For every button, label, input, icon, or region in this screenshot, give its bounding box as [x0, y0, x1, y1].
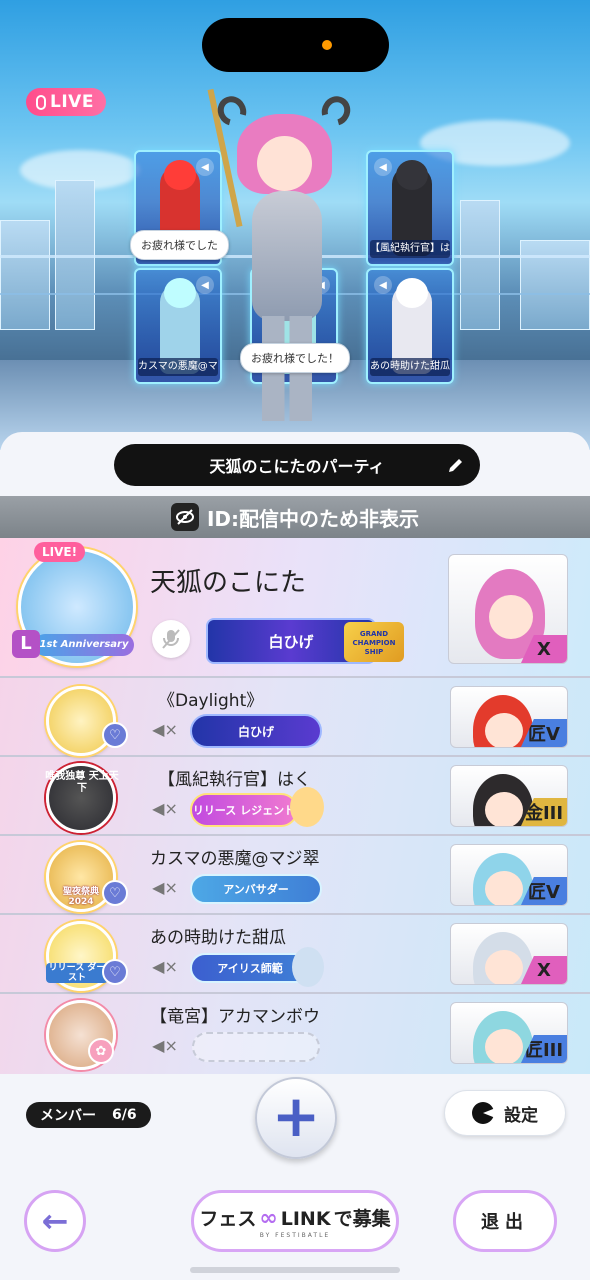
- speaker-muted-icon[interactable]: ◀×: [150, 872, 180, 902]
- slot-name-tag: あの時助けた甜瓜: [370, 358, 450, 376]
- pacman-icon: [472, 1102, 494, 1124]
- heart-hands-icon: ♡: [102, 959, 128, 985]
- chat-bubble: お疲れ様でした！: [240, 343, 350, 373]
- speaker-muted-icon[interactable]: ◀×: [150, 793, 180, 823]
- heart-hands-icon: ♡: [102, 880, 128, 906]
- mic-muted-icon[interactable]: [152, 620, 190, 658]
- slot-name-tag: 【風紀執行官】はく: [370, 240, 450, 258]
- camera-notch: [202, 18, 389, 72]
- member-name: 【竜宮】アカマンボウ: [150, 1007, 320, 1027]
- party-id-label: ID:配信中のため非表示: [206, 506, 420, 531]
- member-portrait: 金III: [450, 765, 568, 827]
- speaker-muted-icon[interactable]: ◀×: [150, 1030, 180, 1060]
- party-panel: 天狐のこにたのパーティ ID:配信中のため非表示 LIVE! 1st Anniv…: [0, 432, 590, 1280]
- party-slot-5[interactable]: ◀ あの時助けた甜瓜: [366, 268, 454, 384]
- member-row[interactable]: リリース ダースト ♡ あの時助けた甜瓜 ◀× アイリス師範 X: [0, 915, 590, 994]
- title-plate: アンバサダー: [190, 874, 322, 904]
- chat-bubble: お疲れ様でした: [130, 230, 229, 260]
- settings-button[interactable]: 設定: [444, 1090, 566, 1136]
- speaker-muted-icon[interactable]: ◀×: [150, 951, 180, 981]
- party-slot-2[interactable]: ◀ 【風紀執行官】はく: [366, 150, 454, 266]
- footer-bar: ← フェス ∞ LINK で募集 BY FESTIBATLE 退出: [0, 1154, 590, 1280]
- badge-text: リリース ダースト: [46, 963, 108, 983]
- recruit-label-link: LINK: [280, 1207, 331, 1230]
- mute-icon: ◀: [374, 158, 392, 176]
- exit-button[interactable]: 退出: [453, 1190, 557, 1252]
- mute-icon: ◀: [374, 276, 392, 294]
- microphone-icon: [36, 94, 46, 110]
- title-text: 白ひげ: [268, 632, 314, 651]
- settings-label: 設定: [504, 1105, 538, 1126]
- infinity-icon: ∞: [259, 1205, 278, 1231]
- recruit-button[interactable]: フェス ∞ LINK で募集 BY FESTIBATLE: [191, 1190, 399, 1252]
- member-count: メンバー 6/6: [26, 1102, 151, 1128]
- add-member-button[interactable]: +: [255, 1077, 337, 1159]
- member-portrait: 匠III: [450, 1002, 568, 1064]
- member-portrait: X: [450, 923, 568, 985]
- member-row[interactable]: 聖夜祭典 2024 ♡ カスマの悪魔@マジ翠 ◀× アンバサダー 匠V: [0, 836, 590, 915]
- live-badge: LIVE: [26, 88, 106, 116]
- level-badge: L: [12, 630, 40, 658]
- member-name: 【風紀執行官】はく: [158, 770, 311, 790]
- horn: [316, 91, 356, 131]
- recording-dot: [322, 40, 332, 50]
- party-name: 天狐のこにたのパーティ: [209, 457, 385, 476]
- portrait-face: [485, 871, 523, 905]
- title-plate-empty: [192, 1032, 320, 1062]
- face: [257, 136, 312, 191]
- recruit-label-action: で募集: [333, 1207, 391, 1230]
- member-row[interactable]: ♡ 《Daylight》 ◀× 白ひげ 匠V: [0, 678, 590, 757]
- badge-anniversary-text: 1st Anniversary: [34, 634, 134, 656]
- party-name-bar[interactable]: 天狐のこにたのパーティ: [114, 444, 480, 486]
- title-mascot: [292, 947, 324, 987]
- title-plate: 白ひげ: [190, 714, 322, 748]
- exit-label: 退出: [481, 1212, 529, 1233]
- championship-badge: GRAND CHAMPION SHIP: [344, 622, 404, 662]
- member-portrait: 匠V: [450, 844, 568, 906]
- portrait-face: [485, 792, 523, 826]
- badge-live-ribbon: LIVE!: [34, 542, 86, 562]
- live-label: LIVE: [50, 92, 94, 112]
- plus-icon: +: [271, 1082, 321, 1150]
- member-name: 《Daylight》: [158, 691, 264, 711]
- title-mascot: [290, 787, 324, 827]
- portrait-face: [485, 950, 523, 984]
- portrait-face: [485, 1029, 523, 1063]
- leader-character: [207, 88, 362, 426]
- game-scene: LIVE ◀ ◀ 【風紀執行官】はく ◀ カスマの悪魔@マジ翠 ◀ ◀ あの時助…: [0, 0, 590, 450]
- badge-text: 唯我独尊 天上天下: [45, 771, 119, 794]
- eye-off-icon[interactable]: [170, 503, 199, 531]
- pencil-icon[interactable]: [446, 455, 466, 475]
- member-row[interactable]: ✿ 【竜宮】アカマンボウ ◀× 匠III: [0, 994, 590, 1073]
- member-count-value: 6/6: [112, 1107, 137, 1123]
- member-name: あの時助けた甜瓜: [150, 928, 286, 948]
- leader-row[interactable]: LIVE! 1st Anniversary L 天狐のこにた 白ひげ GRAND…: [0, 538, 590, 678]
- back-button[interactable]: ←: [24, 1190, 86, 1252]
- portrait-face: [485, 713, 523, 747]
- leader-name: 天狐のこにた: [150, 568, 307, 598]
- speaker-muted-icon[interactable]: ◀×: [150, 714, 180, 744]
- party-slot-3[interactable]: ◀ カスマの悪魔@マジ翠: [134, 268, 222, 384]
- member-count-label: メンバー: [40, 1108, 96, 1124]
- body: [252, 191, 322, 321]
- leader-portrait: X: [448, 554, 568, 664]
- party-id-bar: ID:配信中のため非表示: [0, 496, 590, 538]
- home-indicator[interactable]: [190, 1267, 400, 1273]
- heart-hands-icon: ♡: [102, 722, 128, 748]
- sakura-icon: ✿: [88, 1038, 114, 1064]
- recruit-sub-label: BY FESTIBATLE: [259, 1231, 331, 1239]
- member-row[interactable]: 唯我独尊 天上天下 【風紀執行官】はく ◀× リリース レジェンド 金III: [0, 757, 590, 836]
- arrow-left-icon: ←: [41, 1202, 69, 1240]
- member-badge: [46, 686, 116, 756]
- title-plate: リリース レジェンド: [190, 793, 298, 827]
- member-portrait: 匠V: [450, 686, 568, 748]
- portrait-face: [489, 595, 533, 639]
- member-list: LIVE! 1st Anniversary L 天狐のこにた 白ひげ GRAND…: [0, 538, 590, 1074]
- member-name: カスマの悪魔@マジ翠: [150, 849, 320, 869]
- recruit-label-fes: フェス: [199, 1207, 257, 1230]
- slot-name-tag: カスマの悪魔@マジ翠: [138, 358, 218, 376]
